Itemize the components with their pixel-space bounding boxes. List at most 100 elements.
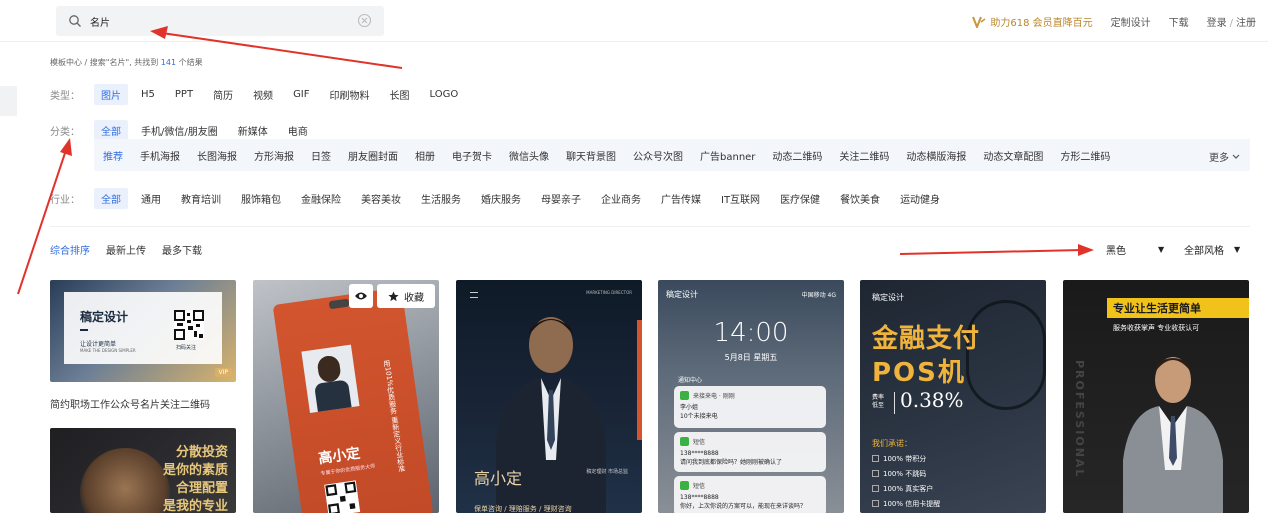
preview-button[interactable] [349,284,373,308]
sort-newest[interactable]: 最新上传 [106,242,146,257]
promise-item: 100% 信用卡提醒 [872,499,940,509]
industry-item[interactable]: 服饰箱包 [234,188,288,209]
promise-text: 100% 带积分 [883,455,927,463]
category-mobile[interactable]: 手机/微信/朋友圈 [134,120,225,141]
type-gif[interactable]: GIF [286,86,316,103]
notification-title: 短信 [693,439,706,446]
ribbon-text: 专业让生活更简单 [1113,302,1201,315]
category-all[interactable]: 全部 [94,120,128,141]
promise-item: 100% 不跳码 [872,469,926,479]
auth-links: 登录 / 注册 [1207,14,1256,29]
industry-item[interactable]: 广告传媒 [654,188,708,209]
industry-item[interactable]: 全部 [94,188,128,209]
notification-card: 短信 138****8888 请问我到底都保险吗？她刚刚被确认了 [674,432,826,472]
portrait-image [1123,357,1223,513]
template-caption[interactable]: 简约职场工作公众号名片关注二维码 [50,396,210,411]
notification-center-label: 通知中心 [678,377,703,384]
sort-most-downloaded[interactable]: 最多下载 [162,242,202,257]
side-panel-tab[interactable] [0,86,17,116]
subcategory-item[interactable]: 相册 [408,145,442,166]
checkbox-icon [872,500,879,507]
type-print[interactable]: 印刷物料 [323,84,377,105]
industry-item[interactable]: IT互联网 [714,188,767,209]
category-ecommerce[interactable]: 电商 [281,120,315,141]
industry-item[interactable]: 医疗保健 [773,188,827,209]
subcategory-item[interactable]: 长图海报 [190,145,244,166]
industry-item[interactable]: 金融保险 [294,188,348,209]
style-dropdown[interactable]: 全部风格 ▼ [1184,242,1240,257]
template-card-4[interactable]: MARKETING DIRECTOR 高小定 稿定理财 市场总监 保单咨询 / … [456,280,642,513]
download-link[interactable]: 下载 [1169,14,1189,29]
template-card-5[interactable]: 稿定设计 中国移动 4G 14:00 5月8日 星期五 通知中心 来接来电 · … [658,280,844,513]
industry-item[interactable]: 企业商务 [594,188,648,209]
search-input[interactable]: 名片 [90,14,110,29]
category-filter-label: 分类： [50,127,80,138]
industry-item[interactable]: 婚庆服务 [474,188,528,209]
search-box[interactable]: 名片 [56,6,384,36]
notification-body: 138****8888 你好，上次你说的方案可以，能现在来详谈吗？ [680,494,807,510]
custom-design-link[interactable]: 定制设计 [1111,14,1151,29]
template-card-1[interactable]: 稿定设计 让设计更简单 MAKE THE DESIGN SIMPLER 扫码关注… [50,280,236,382]
rate-divider [894,392,895,414]
type-long-image[interactable]: 长图 [383,84,417,105]
category-new-media[interactable]: 新媒体 [231,120,275,141]
type-image[interactable]: 图片 [94,84,128,105]
industry-item[interactable]: 通用 [134,188,168,209]
industry-item[interactable]: 生活服务 [414,188,468,209]
top-header: 名片 助力618 会员直降百元 定制设计 下载 登录 / 注册 [0,0,1268,42]
subcategory-item[interactable]: 公众号次图 [626,145,690,166]
subcategory-item[interactable]: 方形海报 [247,145,301,166]
type-resume[interactable]: 简历 [206,84,240,105]
subcategory-item[interactable]: 关注二维码 [832,145,896,166]
checkbox-icon [872,470,879,477]
filter-divider [50,226,1250,227]
card-headline: 金融支付 [872,324,981,354]
subcategory-item[interactable]: 动态横版海报 [899,145,973,166]
favorite-button[interactable]: 收藏 [377,284,435,308]
accent-bar [637,320,642,440]
auth-separator: / [1229,18,1233,29]
subcategory-item[interactable]: 朋友圈封面 [341,145,405,166]
template-card-3[interactable]: 高小定 专属于你的优质服务大师 用101%优质服务 重新定义行业标准 收藏 [253,280,439,513]
color-dropdown[interactable]: 黑色 ▼ [1106,242,1164,257]
login-link[interactable]: 登录 [1207,18,1227,29]
clear-search-icon[interactable] [357,13,372,28]
subcategory-item[interactable]: 手机海报 [133,145,187,166]
subcategory-item[interactable]: 日签 [304,145,338,166]
notification-card: 来接来电 · 刚刚 李小姐 10个未接来电 [674,386,826,428]
vip-promo-link[interactable]: 助力618 会员直降百元 [972,14,1093,29]
subcategory-item[interactable]: 推荐 [96,145,130,166]
headline-line: 是你的素质 [162,463,228,478]
type-h5[interactable]: H5 [134,86,162,103]
subcategory-item[interactable]: 广告banner [693,145,762,166]
promise-heading: 我们承诺： [872,439,912,448]
type-ppt[interactable]: PPT [168,86,200,103]
template-card-7[interactable]: 专业让生活更简单 服务收获掌声 专业收获认可 PROFESSIONAL [1063,280,1249,513]
template-card-6[interactable]: 稿定设计 金融支付 POS机 费率 低至 0.38% 我们承诺： 100% 带积… [860,280,1046,513]
subcategory-item[interactable]: 微信头像 [502,145,556,166]
template-card-2[interactable]: 分散投资 是你的素质 合理配置 是我的专业 [50,428,236,513]
annotation-arrow-category [17,138,72,295]
search-icon [69,15,81,27]
type-logo[interactable]: LOGO [423,86,466,103]
register-link[interactable]: 注册 [1236,18,1256,29]
sort-comprehensive[interactable]: 综合排序 [50,242,90,257]
subcategory-item[interactable]: 动态文章配图 [976,145,1050,166]
breadcrumb-home[interactable]: 模板中心 [50,58,82,67]
type-video[interactable]: 视频 [246,84,280,105]
subcategory-item[interactable]: 方形二维码 [1053,145,1117,166]
industry-item[interactable]: 餐饮美食 [833,188,887,209]
industry-item[interactable]: 母婴亲子 [534,188,588,209]
industry-item[interactable]: 教育培训 [174,188,228,209]
message-icon [680,437,689,446]
qr-code-icon [324,480,361,513]
subcategory-item[interactable]: 动态二维码 [765,145,829,166]
subcategory-item[interactable]: 电子贺卡 [445,145,499,166]
color-dropdown-value: 黑色 [1106,246,1126,257]
more-subcategories-button[interactable]: 更多 [1209,149,1240,164]
industry-item[interactable]: 美容美妆 [354,188,408,209]
industry-item[interactable]: 运动健身 [893,188,947,209]
subcategory-item[interactable]: 聊天背景图 [559,145,623,166]
card-top-label: MARKETING DIRECTOR [586,290,632,295]
headline-line: 合理配置 [175,481,228,496]
